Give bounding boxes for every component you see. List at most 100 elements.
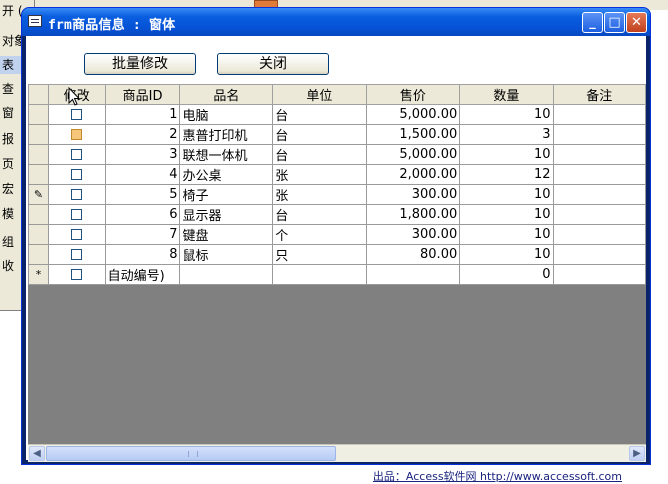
- db-favorites[interactable]: 收: [0, 257, 14, 275]
- row-selector[interactable]: [28, 144, 49, 165]
- edit-checkbox[interactable]: [71, 249, 83, 260]
- price-cell[interactable]: 80.00: [365, 244, 461, 265]
- db-object-macros[interactable]: 宏: [0, 180, 14, 198]
- name-cell[interactable]: 电脑: [179, 104, 274, 125]
- note-cell[interactable]: [552, 244, 647, 265]
- row-selector[interactable]: [28, 164, 49, 185]
- name-cell[interactable]: 联想一体机: [179, 144, 274, 165]
- price-cell[interactable]: 5,000.00: [365, 104, 461, 125]
- unit-cell[interactable]: 张: [272, 164, 367, 185]
- name-cell[interactable]: 办公桌: [179, 164, 274, 185]
- note-cell[interactable]: [552, 224, 647, 245]
- edit-checkbox[interactable]: [71, 269, 83, 280]
- qty-cell[interactable]: 0: [459, 264, 554, 285]
- price-cell[interactable]: 1,500.00: [365, 124, 461, 145]
- note-cell[interactable]: [552, 184, 647, 205]
- name-cell[interactable]: 惠普打印机: [179, 124, 274, 145]
- column-header-qty[interactable]: 数量: [459, 84, 554, 105]
- column-header-id[interactable]: 商品ID: [104, 84, 181, 105]
- edit-checkbox-cell[interactable]: [47, 244, 106, 265]
- minimize-button[interactable]: _: [582, 12, 603, 33]
- db-object-queries[interactable]: 查: [0, 80, 14, 98]
- db-object-reports[interactable]: 报: [0, 130, 14, 148]
- db-groups[interactable]: 组: [0, 233, 14, 251]
- name-cell[interactable]: [179, 264, 274, 285]
- title-bar[interactable]: frm商品信息 : 窗体 _ □ ✕: [22, 8, 650, 36]
- qty-cell[interactable]: 12: [459, 164, 554, 185]
- edit-checkbox-cell[interactable]: [47, 224, 106, 245]
- qty-cell[interactable]: 3: [459, 124, 554, 145]
- price-cell[interactable]: 300.00: [365, 224, 461, 245]
- credit-link[interactable]: 出品：Access软件网 http://www.accessoft.com: [373, 468, 622, 484]
- edit-checkbox-cell[interactable]: [47, 104, 106, 125]
- price-cell[interactable]: 300.00: [365, 184, 461, 205]
- name-cell[interactable]: 鼠标: [179, 244, 274, 265]
- qty-cell[interactable]: 10: [459, 224, 554, 245]
- note-cell[interactable]: [552, 164, 647, 185]
- row-selector-editing[interactable]: ✎: [28, 184, 49, 205]
- qty-cell[interactable]: 10: [459, 144, 554, 165]
- maximize-button[interactable]: □: [604, 12, 625, 33]
- id-cell[interactable]: 1: [104, 104, 181, 125]
- qty-cell[interactable]: 10: [459, 204, 554, 225]
- edit-checkbox-cell[interactable]: [47, 184, 106, 205]
- row-selector[interactable]: [28, 124, 49, 145]
- horizontal-scrollbar[interactable]: ◀ ▶: [28, 444, 646, 462]
- price-cell[interactable]: 5,000.00: [365, 144, 461, 165]
- row-selector[interactable]: [28, 244, 49, 265]
- id-cell[interactable]: 3: [104, 144, 181, 165]
- row-selector[interactable]: [28, 204, 49, 225]
- name-cell[interactable]: 椅子: [179, 184, 274, 205]
- close-window-button[interactable]: ✕: [626, 12, 647, 33]
- qty-cell[interactable]: 10: [459, 244, 554, 265]
- qty-cell[interactable]: 10: [459, 184, 554, 205]
- edit-checkbox-cell[interactable]: [47, 164, 106, 185]
- edit-checkbox-cell[interactable]: [47, 144, 106, 165]
- unit-cell[interactable]: 个: [272, 224, 367, 245]
- name-cell[interactable]: 键盘: [179, 224, 274, 245]
- row-selector[interactable]: [28, 224, 49, 245]
- column-header-edit[interactable]: 修改: [47, 84, 106, 105]
- batch-edit-button[interactable]: 批量修改: [84, 53, 196, 75]
- edit-checkbox[interactable]: [71, 109, 83, 120]
- note-cell[interactable]: [552, 204, 647, 225]
- edit-checkbox-cell[interactable]: [47, 204, 106, 225]
- id-cell[interactable]: 5: [104, 184, 181, 205]
- edit-checkbox[interactable]: [71, 189, 83, 200]
- scrollbar-thumb[interactable]: [46, 446, 336, 461]
- unit-cell[interactable]: 台: [272, 204, 367, 225]
- edit-checkbox[interactable]: [71, 149, 83, 160]
- db-object-modules[interactable]: 模: [0, 205, 14, 223]
- edit-checkbox[interactable]: [71, 129, 83, 140]
- qty-cell[interactable]: 10: [459, 104, 554, 125]
- edit-checkbox-cell[interactable]: [47, 124, 106, 145]
- db-object-forms[interactable]: 窗: [0, 104, 14, 122]
- id-cell[interactable]: 4: [104, 164, 181, 185]
- id-cell[interactable]: 7: [104, 224, 181, 245]
- edit-checkbox[interactable]: [71, 229, 83, 240]
- db-object-pages[interactable]: 页: [0, 155, 14, 173]
- id-cell-autonumber[interactable]: 自动编号): [104, 264, 181, 285]
- unit-cell[interactable]: 只: [272, 244, 367, 265]
- column-header-name[interactable]: 品名: [179, 84, 274, 105]
- unit-cell[interactable]: 台: [272, 104, 367, 125]
- id-cell[interactable]: 6: [104, 204, 181, 225]
- column-header-unit[interactable]: 单位: [272, 84, 367, 105]
- row-selector-header[interactable]: [28, 84, 49, 105]
- unit-cell[interactable]: 台: [272, 124, 367, 145]
- note-cell[interactable]: [552, 144, 647, 165]
- close-button[interactable]: 关闭: [217, 53, 329, 75]
- note-cell[interactable]: [552, 104, 647, 125]
- id-cell[interactable]: 2: [104, 124, 181, 145]
- edit-checkbox-cell[interactable]: [47, 264, 106, 285]
- note-cell[interactable]: [552, 264, 647, 285]
- scroll-left-arrow-icon[interactable]: ◀: [29, 446, 45, 461]
- db-menu-open[interactable]: 开 (: [0, 2, 23, 20]
- price-cell[interactable]: 2,000.00: [365, 164, 461, 185]
- price-cell[interactable]: [365, 264, 461, 285]
- unit-cell[interactable]: 台: [272, 144, 367, 165]
- db-object-tables[interactable]: 表: [0, 56, 14, 74]
- unit-cell[interactable]: [272, 264, 367, 285]
- edit-checkbox[interactable]: [71, 209, 83, 220]
- id-cell[interactable]: 8: [104, 244, 181, 265]
